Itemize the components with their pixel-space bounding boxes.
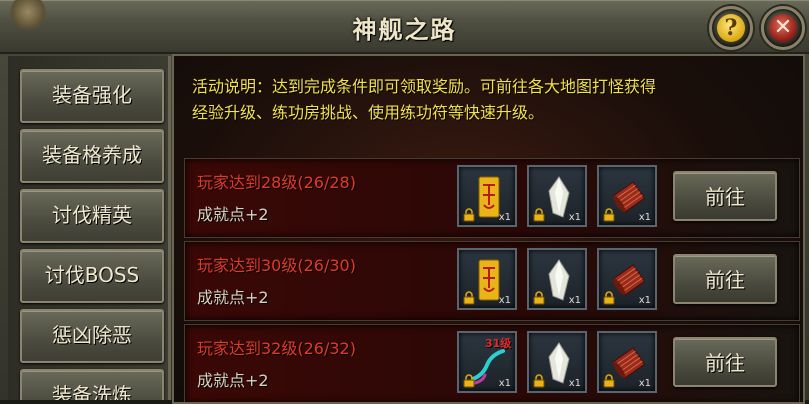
item-quantity: x1 (638, 212, 651, 223)
sidebar-item-hunt-elite[interactable]: 讨伐精英 (20, 189, 164, 243)
quest-title: 玩家达到30级(26/30) (197, 256, 356, 275)
reward-slot[interactable]: x1 (597, 331, 657, 393)
item-quantity: x1 (498, 212, 511, 223)
sidebar-item-slot-cultivate[interactable]: 装备格养成 (20, 129, 164, 183)
item-quantity: x1 (568, 378, 581, 389)
reward-slot[interactable]: x1 (457, 248, 517, 310)
sidebar-item-equip-refine[interactable]: 装备洗炼 (20, 369, 164, 400)
lock-icon (603, 208, 615, 222)
activity-description: 活动说明：达到完成条件即可领取奖励。可前往各大地图打怪获得 经验升级、练功房挑战… (192, 74, 752, 126)
close-icon: ✕ (769, 14, 797, 42)
lock-icon (603, 291, 615, 305)
lock-icon (533, 291, 545, 305)
go-button[interactable]: 前往 (673, 337, 777, 387)
reward-slot[interactable]: x1 (527, 248, 587, 310)
lock-icon (603, 374, 615, 388)
lock-icon (533, 374, 545, 388)
lock-icon (533, 208, 545, 222)
item-quantity: x1 (638, 295, 651, 306)
reward-slot[interactable]: x1 (457, 165, 517, 227)
reward-slot[interactable]: x1 (597, 248, 657, 310)
quest-row: 玩家达到30级(26/30) 成就点+2 x1 x1 x1 前往 (184, 241, 800, 321)
question-mark-icon: ? (717, 14, 745, 42)
reward-slot[interactable]: 31级 x1 (457, 331, 517, 393)
reward-slot[interactable]: x1 (527, 165, 587, 227)
go-button[interactable]: 前往 (673, 171, 777, 221)
item-level-tag: 31级 (485, 337, 512, 350)
quest-row: 玩家达到28级(26/28) 成就点+2 x1 x1 x1 前往 (184, 158, 800, 238)
quest-reward: 成就点+2 (197, 288, 269, 307)
content-panel: 活动说明：达到完成条件即可领取奖励。可前往各大地图打怪获得 经验升级、练功房挑战… (172, 54, 805, 404)
item-quantity: x1 (638, 378, 651, 389)
sidebar-item-equip-enhance[interactable]: 装备强化 (20, 69, 164, 123)
reward-slot[interactable]: x1 (527, 331, 587, 393)
lock-icon (463, 291, 475, 305)
item-quantity: x1 (498, 295, 511, 306)
quest-title: 玩家达到28级(26/28) (197, 173, 356, 192)
description-line: 经验升级、练功房挑战、使用练功符等快速升级。 (192, 103, 545, 122)
item-quantity: x1 (568, 212, 581, 223)
quest-reward: 成就点+2 (197, 371, 269, 390)
sidebar-item-hunt-boss[interactable]: 讨伐BOSS (20, 249, 164, 303)
quest-row: 玩家达到32级(26/32) 成就点+2 31级 x1 x1 x1 前往 (184, 324, 800, 402)
close-button[interactable]: ✕ (761, 6, 805, 50)
reward-slot[interactable]: x1 (597, 165, 657, 227)
sidebar-item-punish-evil[interactable]: 惩凶除恶 (20, 309, 164, 363)
item-quantity: x1 (498, 378, 511, 389)
item-quantity: x1 (568, 295, 581, 306)
quest-title: 玩家达到32级(26/32) (197, 339, 356, 358)
go-button[interactable]: 前往 (673, 254, 777, 304)
lock-icon (463, 208, 475, 222)
game-window: 神舰之路 ? ✕ 装备强化 装备格养成 讨伐精英 讨伐BOSS 惩凶除恶 装备洗… (0, 0, 809, 404)
sidebar[interactable]: 装备强化 装备格养成 讨伐精英 讨伐BOSS 惩凶除恶 装备洗炼 (8, 56, 171, 400)
window-title: 神舰之路 (352, 16, 457, 44)
quest-reward: 成就点+2 (197, 205, 269, 224)
help-button[interactable]: ? (709, 6, 753, 50)
lock-icon (463, 374, 475, 388)
title-bar: 神舰之路 ? ✕ (0, 0, 809, 54)
description-line: 活动说明：达到完成条件即可领取奖励。可前往各大地图打怪获得 (192, 77, 657, 96)
